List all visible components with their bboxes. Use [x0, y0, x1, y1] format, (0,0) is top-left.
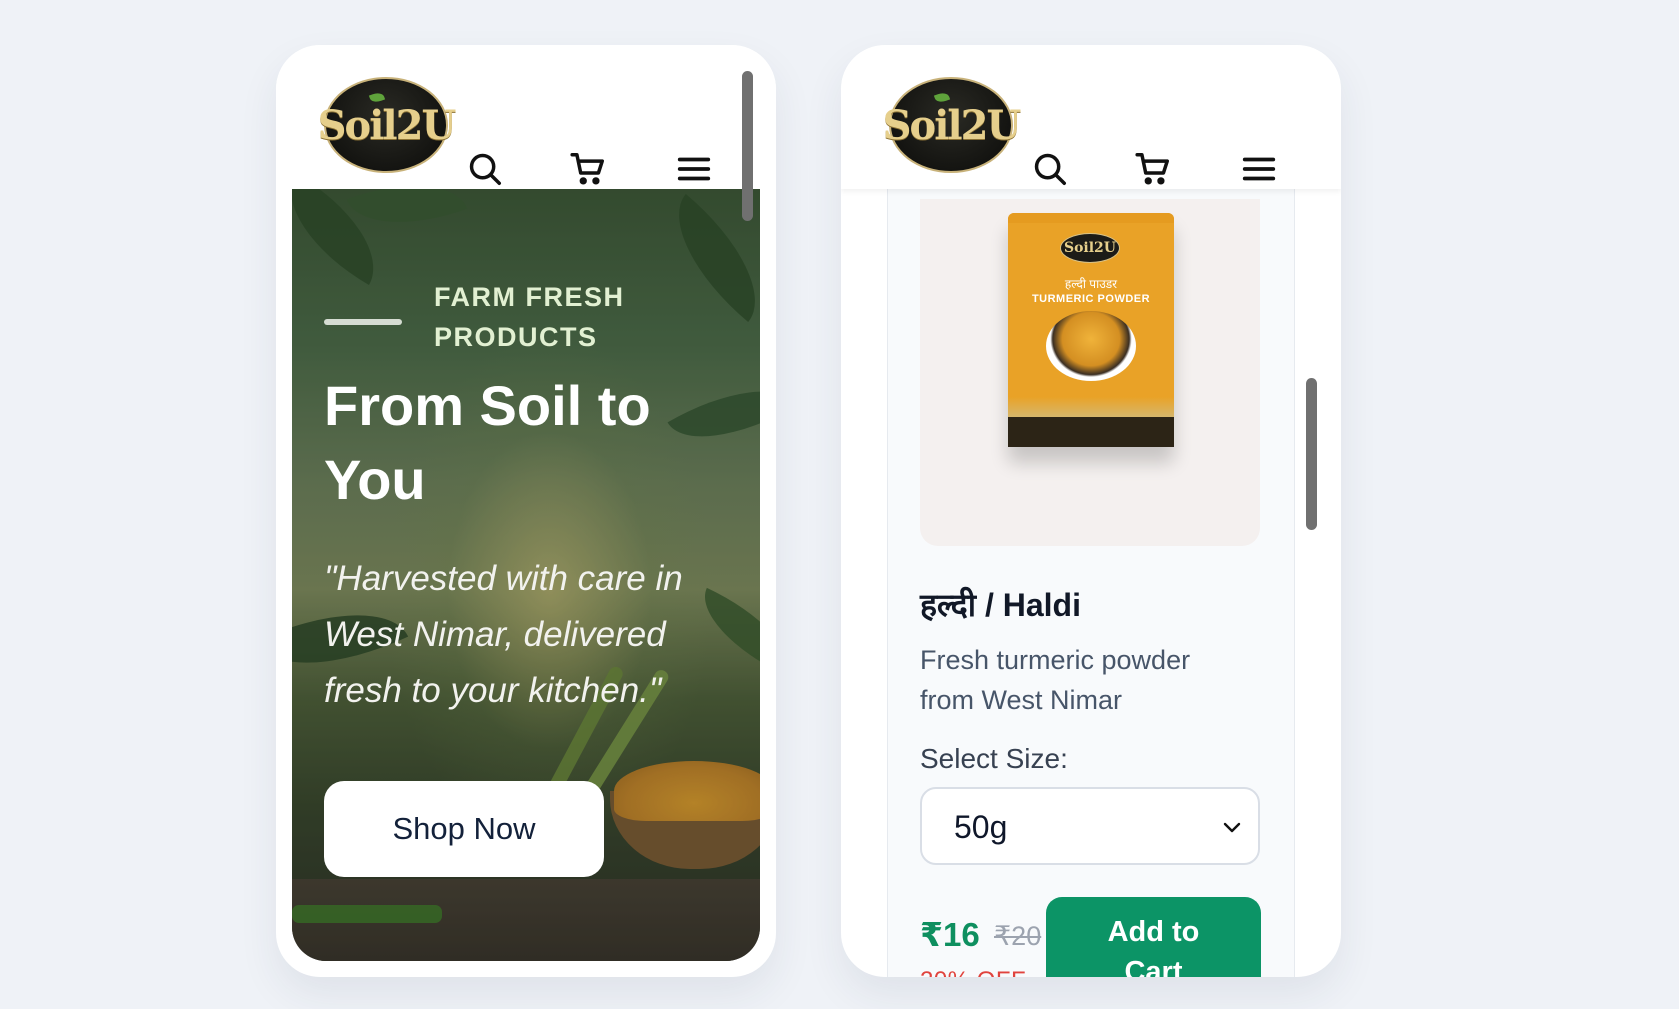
pouch-seal [1008, 213, 1174, 223]
cart-icon[interactable] [1134, 150, 1172, 188]
logo-text: Soil2U [317, 101, 457, 149]
product-name[interactable]: हल्दी / Haldi [920, 583, 1081, 626]
product-image[interactable]: Soil2U हल्दी पाउडर TURMERIC POWDER [920, 199, 1260, 546]
size-label: Select Size: [920, 743, 1068, 774]
pouch-farm-illustration [1008, 417, 1174, 447]
pouch-hindi-label: हल्दी पाउडर [1064, 277, 1118, 291]
original-price: ₹20 [994, 921, 1042, 951]
cart-icon[interactable] [569, 150, 607, 188]
size-select-value: 50g [954, 809, 1008, 845]
brand-logo[interactable]: Soil2U [318, 77, 456, 173]
discount-badge: 20% OFF [920, 967, 1026, 977]
menu-icon[interactable] [675, 150, 713, 188]
product-card: Soil2U हल्दी पाउडर TURMERIC POWDER हल्दी… [887, 155, 1295, 977]
site-header: Soil2U [276, 45, 776, 189]
shop-now-button[interactable]: Shop Now [324, 781, 604, 877]
hero-quote: "Harvested with care in West Nimar, deli… [324, 559, 683, 710]
phone-screen-home: Soil2U FARM FRESH PRODUCTS From Soil to … [276, 45, 776, 977]
logo-text: Soil2U [882, 101, 1022, 149]
site-header: Soil2U [841, 45, 1341, 189]
phone-screen-product: Soil2U हल्दी पाउडर TURMERIC POWDER हल्दी… [841, 45, 1341, 977]
product-description: Fresh turmeric powder from West Nimar [920, 645, 1191, 715]
product-price: ₹16 [920, 916, 980, 953]
pouch-field-sky [1008, 397, 1174, 417]
size-select[interactable]: 50g [920, 787, 1260, 865]
brand-logo[interactable]: Soil2U [883, 77, 1021, 173]
hero-tagline: FARM FRESH PRODUCTS [434, 282, 625, 352]
chevron-down-icon [1220, 815, 1244, 839]
menu-icon[interactable] [1240, 150, 1278, 188]
pouch-bowl-illustration [1046, 311, 1136, 381]
search-icon[interactable] [1031, 150, 1069, 188]
pouch-product-label: TURMERIC POWDER [1031, 293, 1151, 305]
tagline-accent-line [324, 319, 402, 325]
search-icon[interactable] [466, 150, 504, 188]
turmeric-pouch: Soil2U हल्दी पाउडर TURMERIC POWDER [1008, 213, 1174, 447]
hero-banner: FARM FRESH PRODUCTS From Soil to You "Ha… [292, 189, 760, 961]
pouch-logo: Soil2U [1060, 233, 1120, 263]
scrollbar[interactable] [742, 71, 753, 221]
hero-title: From Soil to You [324, 374, 651, 511]
add-to-cart-button[interactable]: Add to Cart [1046, 897, 1261, 977]
scrollbar[interactable] [1306, 378, 1317, 530]
